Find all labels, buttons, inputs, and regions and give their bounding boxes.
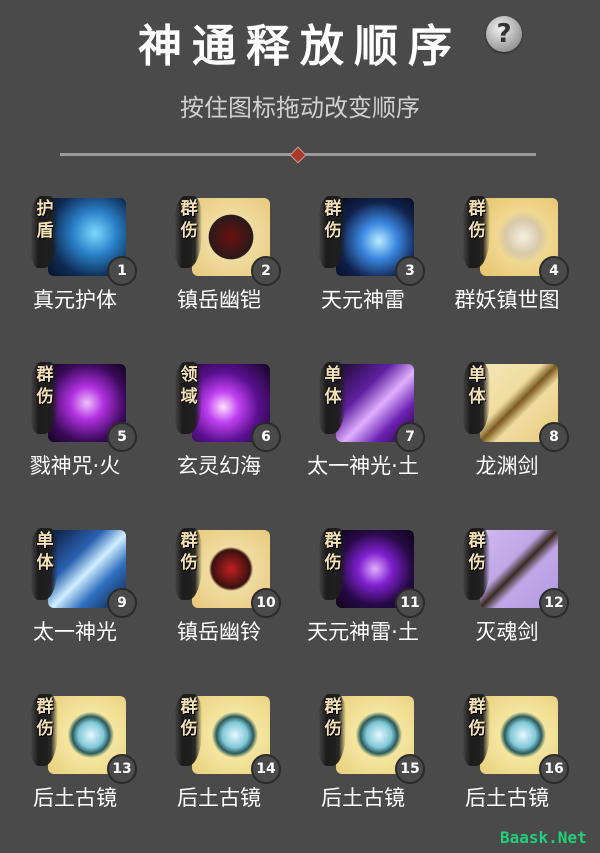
skill-name: 灭魂剑 bbox=[475, 620, 539, 644]
skill-item[interactable]: 群伤 15 后土古镜 bbox=[288, 650, 438, 810]
skill-name: 天元神雷·土 bbox=[307, 620, 419, 644]
skill-tag: 护盾 bbox=[36, 199, 54, 241]
skill-tag: 群伤 bbox=[324, 697, 342, 739]
skill-name: 太一神光 bbox=[33, 620, 117, 644]
skill-tag: 群伤 bbox=[324, 199, 342, 241]
skill-item[interactable]: 群伤 12 灭魂剑 bbox=[432, 484, 582, 644]
skill-item[interactable]: 领域 6 玄灵幻海 bbox=[144, 318, 294, 478]
skill-item[interactable]: 单体 9 太一神光 bbox=[0, 484, 150, 644]
skill-name: 后土古镜 bbox=[177, 786, 261, 810]
skill-item[interactable]: 群伤 16 后土古镜 bbox=[432, 650, 582, 810]
skill-tag: 单体 bbox=[324, 365, 342, 407]
order-badge: 4 bbox=[539, 256, 569, 286]
skill-item[interactable]: 单体 8 龙渊剑 bbox=[432, 318, 582, 478]
skill-name: 龙渊剑 bbox=[475, 454, 539, 478]
skill-item[interactable]: 护盾 1 真元护体 bbox=[0, 152, 150, 312]
skill-name: 天元神雷 bbox=[321, 288, 405, 312]
skill-item[interactable]: 群伤 2 镇岳幽铠 bbox=[144, 152, 294, 312]
skill-tag: 群伤 bbox=[468, 697, 486, 739]
order-badge: 10 bbox=[251, 588, 281, 618]
order-badge: 7 bbox=[395, 422, 425, 452]
skill-item[interactable]: 群伤 14 后土古镜 bbox=[144, 650, 294, 810]
order-badge: 12 bbox=[539, 588, 569, 618]
skill-name: 太一神光·土 bbox=[307, 454, 419, 478]
skill-item[interactable]: 单体 7 太一神光·土 bbox=[288, 318, 438, 478]
watermark: Baask.Net bbox=[500, 828, 587, 847]
skill-name: 戮神咒·火 bbox=[29, 454, 121, 478]
skill-item[interactable]: 群伤 11 天元神雷·土 bbox=[288, 484, 438, 644]
skill-item[interactable]: 群伤 5 戮神咒·火 bbox=[0, 318, 150, 478]
order-badge: 1 bbox=[107, 256, 137, 286]
skill-tag: 单体 bbox=[36, 531, 54, 573]
skill-tag: 群伤 bbox=[180, 199, 198, 241]
skill-tag: 领域 bbox=[180, 365, 198, 407]
skill-name: 镇岳幽铃 bbox=[177, 620, 261, 644]
order-badge: 3 bbox=[395, 256, 425, 286]
order-badge: 5 bbox=[107, 422, 137, 452]
skill-name: 后土古镜 bbox=[465, 786, 549, 810]
order-badge: 11 bbox=[395, 588, 425, 618]
skill-tag: 单体 bbox=[468, 365, 486, 407]
skill-item[interactable]: 群伤 13 后土古镜 bbox=[0, 650, 150, 810]
skill-name: 后土古镜 bbox=[33, 786, 117, 810]
order-badge: 8 bbox=[539, 422, 569, 452]
skill-tag: 群伤 bbox=[468, 199, 486, 241]
order-badge: 6 bbox=[251, 422, 281, 452]
order-badge: 15 bbox=[395, 754, 425, 784]
skill-tag: 群伤 bbox=[180, 531, 198, 573]
skill-grid: 护盾 1 真元护体 群伤 2 镇岳幽铠 群伤 3 天元神雷 群伤 4 群妖镇世图 群伤 5 戮神咒·火 领域 6… bbox=[0, 0, 600, 853]
order-badge: 9 bbox=[107, 588, 137, 618]
skill-name: 镇岳幽铠 bbox=[177, 288, 261, 312]
skill-item[interactable]: 群伤 4 群妖镇世图 bbox=[432, 152, 582, 312]
skill-tag: 群伤 bbox=[180, 697, 198, 739]
order-badge: 13 bbox=[107, 754, 137, 784]
skill-tag: 群伤 bbox=[468, 531, 486, 573]
skill-name: 玄灵幻海 bbox=[177, 454, 261, 478]
skill-item[interactable]: 群伤 3 天元神雷 bbox=[288, 152, 438, 312]
skill-name: 后土古镜 bbox=[321, 786, 405, 810]
skill-tag: 群伤 bbox=[324, 531, 342, 573]
order-badge: 2 bbox=[251, 256, 281, 286]
skill-tag: 群伤 bbox=[36, 365, 54, 407]
skill-item[interactable]: 群伤 10 镇岳幽铃 bbox=[144, 484, 294, 644]
order-badge: 14 bbox=[251, 754, 281, 784]
order-badge: 16 bbox=[539, 754, 569, 784]
skill-name: 群妖镇世图 bbox=[454, 288, 560, 312]
skill-name: 真元护体 bbox=[33, 288, 117, 312]
skill-tag: 群伤 bbox=[36, 697, 54, 739]
